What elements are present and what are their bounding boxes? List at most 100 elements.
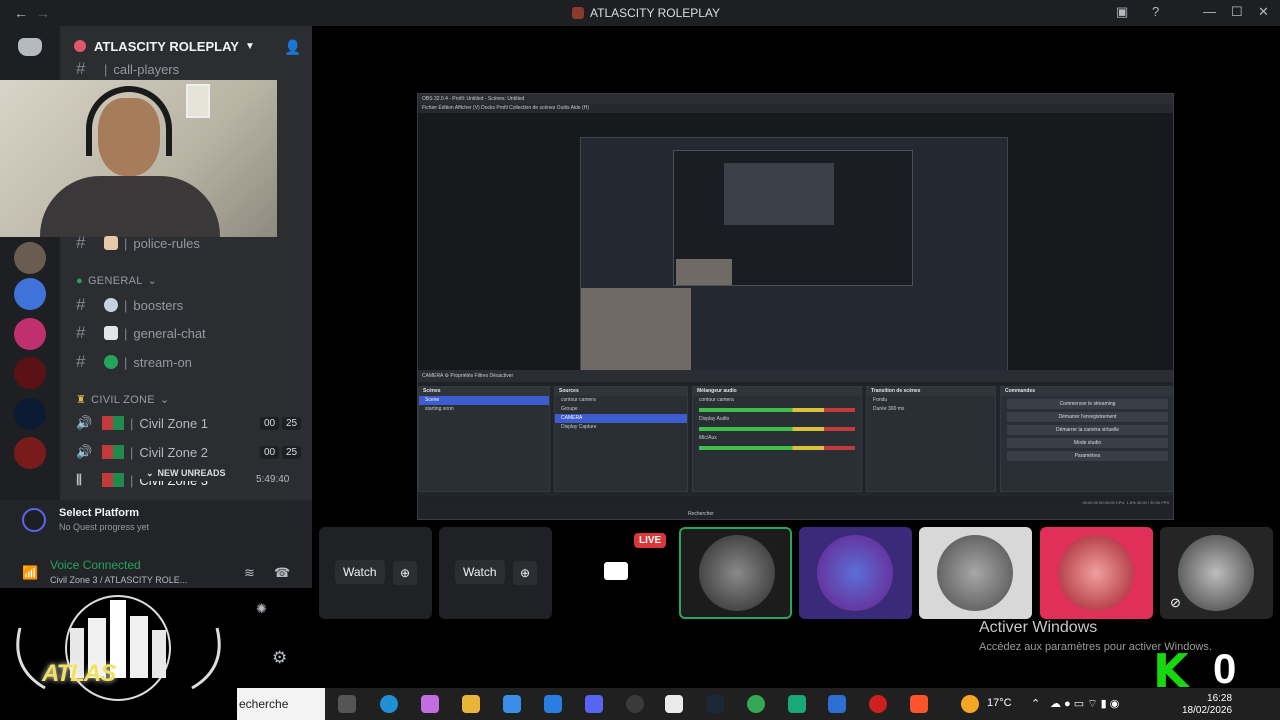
edge-icon[interactable] [380,695,398,713]
chevron-down-icon: ⌄ [147,275,158,287]
tray-icons[interactable]: ☁ ● ▭ ⌔ ▮ ◉ [1050,697,1119,711]
taskbar-search[interactable]: echerche [237,688,325,720]
speaker-active-icon: ⫼ [76,472,82,487]
close-icon[interactable]: ✕ [1258,4,1269,20]
signal-icon[interactable]: 📶 [22,565,38,581]
participant-tile-2[interactable] [799,527,912,619]
back-arrow-icon[interactable]: ← [14,5,28,21]
stream-tile-1[interactable]: Watch ⊕ [319,527,432,619]
scene-item[interactable]: starting soon [419,405,549,414]
steam-icon[interactable] [706,695,724,713]
participant-tile-4[interactable] [1040,527,1153,619]
tray-chevron-icon[interactable]: ⌃ [1031,697,1040,710]
obs-window: OBS 32.0.4 - Profil: Untitled - Scènes: … [417,93,1174,520]
platform-title[interactable]: Select Platform [59,507,139,519]
inbox-icon[interactable]: ▣ [1116,4,1128,20]
server-icon-2[interactable] [14,278,46,310]
activity-icon[interactable]: ✺ [256,601,267,617]
audio-meter [699,427,855,431]
source-item[interactable]: contour camera [555,396,687,405]
flag-icon [102,416,124,430]
scenes-header: Scènes [419,387,549,396]
participant-tile-3[interactable] [919,527,1032,619]
server-icon-5[interactable] [14,398,46,430]
participant-tile-1[interactable] [679,527,792,619]
channel-boosters[interactable]: # | boosters [76,293,183,317]
user-count: 00 [260,416,280,430]
app-icon-1[interactable] [544,695,562,713]
new-unreads-label: NEW UNREADS [157,468,226,478]
source-item[interactable]: Display Capture [555,423,687,432]
minimize-icon[interactable]: — [1203,4,1216,19]
discord-taskbar-icon[interactable] [585,695,603,713]
app-icon-2[interactable] [665,695,683,713]
participant-tile-5[interactable]: ⊘ [1160,527,1273,619]
channel-label: police-rules [133,235,200,251]
source-item[interactable]: Groupe [555,405,687,414]
virtual-camera-button[interactable]: Démarrer la caméra virtuelle [1007,425,1168,435]
copilot-icon[interactable] [421,695,439,713]
store-icon[interactable] [503,695,521,713]
settings-gear-icon[interactable]: ⚙ [272,648,287,668]
forward-arrow-icon[interactable]: → [36,5,50,21]
obs-taskbar-icon[interactable] [626,695,644,713]
source-item[interactable]: CAMERA [555,414,687,423]
stream-tile-2[interactable]: Watch ⊕ [439,527,552,619]
settings-button[interactable]: Paramètres [1007,451,1168,461]
avatar [817,535,893,611]
live-badge: LIVE [634,533,667,548]
disconnect-icon[interactable]: ☎ [274,565,290,581]
maximize-icon[interactable]: ☐ [1231,4,1243,20]
hash-icon: # [76,59,86,78]
voice-channel-civil-zone-1[interactable]: 🔊 | Civil Zone 1 00 25 [76,411,302,435]
obs-menu: Fichier Édition Afficher (V) Docks Profi… [418,104,1173,113]
voice-connected-subtitle[interactable]: Civil Zone 3 / ATLASCITY ROLE... [50,575,187,585]
server-icon-1[interactable] [14,242,46,274]
studio-mode-button[interactable]: Mode studio [1007,438,1168,448]
chrome-icon[interactable] [747,695,765,713]
task-view-icon[interactable] [338,695,356,713]
voice-connected-title[interactable]: Voice Connected [50,558,141,572]
chevron-down-icon: ▼ [244,40,255,52]
help-icon[interactable]: ? [1152,4,1159,19]
start-recording-button[interactable]: Démarrer l'enregistrement [1007,412,1168,422]
opera-icon[interactable] [869,695,887,713]
discord-home-icon[interactable] [18,38,42,56]
start-streaming-button[interactable]: Commencer le streaming [1007,399,1168,409]
stream-timer: 5:49:40 [256,474,290,485]
transition-duration[interactable]: Durée 300 ms [867,405,995,414]
category-civil-zone[interactable]: ♜ CIVIL ZONE ⌄ [76,393,169,407]
taskbar-clock[interactable]: 16:28 18/02/2026 [1182,693,1232,717]
channel-general-chat[interactable]: # | general-chat [76,321,206,345]
category-general[interactable]: ● GENERAL ⌄ [76,274,158,288]
watch-button[interactable]: Watch [335,560,385,584]
noise-suppression-icon[interactable]: ≋ [244,565,255,581]
scene-item[interactable]: Scene [419,396,549,405]
file-explorer-icon[interactable] [462,695,480,713]
new-unreads-badge[interactable]: ⌄ NEW UNREADS [138,465,234,481]
nested-preview-3 [724,163,834,225]
flag-icon [102,445,124,459]
app-icon-4[interactable] [828,695,846,713]
channel-call-players[interactable]: # | call-players [76,57,179,81]
window-title-text: ATLASCITY ROLEPLAY [590,6,721,20]
server-icon-3[interactable] [14,318,46,350]
watch-button[interactable]: Watch [455,560,505,584]
hash-icon: # [76,233,86,252]
transition-select[interactable]: Fondu [867,396,995,405]
popout-icon[interactable]: ⊕ [513,561,537,585]
popout-icon[interactable]: ⊕ [393,561,417,585]
viewer-count: 0 [1213,645,1237,692]
brave-icon[interactable] [910,695,928,713]
channel-police-rules[interactable]: # | police-rules [76,231,200,255]
server-icon-6[interactable] [14,437,46,469]
transition-header: Transition de scènes [867,387,995,396]
app-icon-3[interactable] [788,695,806,713]
server-icon-4[interactable] [14,357,46,389]
weather-temp[interactable]: 17°C [987,697,1012,709]
avatar [1178,535,1254,611]
invite-icon[interactable]: 👤 [284,39,301,56]
channel-stream-on[interactable]: # | stream-on [76,350,192,374]
avatar [1058,535,1134,611]
voice-channel-civil-zone-2[interactable]: 🔊 | Civil Zone 2 00 25 [76,440,302,464]
